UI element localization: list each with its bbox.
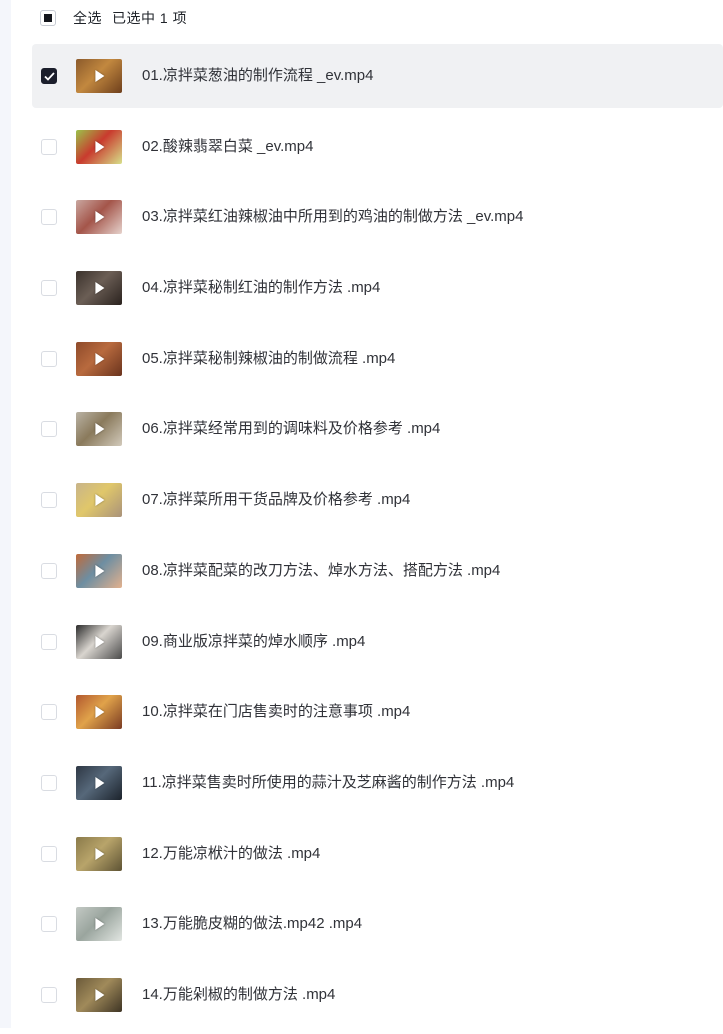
play-icon xyxy=(95,423,105,436)
play-icon xyxy=(95,918,105,931)
video-thumbnail[interactable] xyxy=(76,977,122,1012)
play-icon xyxy=(95,282,105,295)
file-name[interactable]: 03.凉拌菜红油辣椒油中所用到的鸡油的制做方法 _ev.mp4 xyxy=(142,207,523,227)
file-name[interactable]: 14.万能剁椒的制做方法 .mp4 xyxy=(142,985,335,1005)
file-row[interactable]: 05.凉拌菜秘制辣椒油的制做流程 .mp4 xyxy=(32,327,723,391)
selection-header: 全选 已选中 1 项 xyxy=(40,8,187,28)
file-row[interactable]: 08.凉拌菜配菜的改刀方法、焯水方法、搭配方法 .mp4 xyxy=(32,539,723,603)
video-thumbnail[interactable] xyxy=(76,200,122,235)
video-thumbnail[interactable] xyxy=(76,59,122,93)
file-row[interactable]: 13.万能脆皮糊的做法.mp42 .mp4 xyxy=(32,892,723,956)
play-icon xyxy=(95,494,105,507)
play-icon xyxy=(95,564,105,577)
file-checkbox[interactable] xyxy=(41,704,57,721)
file-checkbox[interactable] xyxy=(41,350,57,367)
file-checkbox[interactable] xyxy=(41,209,57,226)
file-row[interactable]: 09.商业版凉拌菜的焯水顺序 .mp4 xyxy=(32,610,723,674)
video-thumbnail[interactable] xyxy=(76,129,122,164)
video-thumbnail[interactable] xyxy=(76,483,122,518)
video-thumbnail[interactable] xyxy=(76,412,122,447)
play-icon xyxy=(95,211,105,224)
video-thumbnail[interactable] xyxy=(76,907,122,942)
play-icon xyxy=(95,70,105,82)
file-name[interactable]: 13.万能脆皮糊的做法.mp42 .mp4 xyxy=(142,914,362,934)
play-icon xyxy=(95,776,105,789)
file-row[interactable]: 04.凉拌菜秘制红油的制作方法 .mp4 xyxy=(32,256,723,320)
select-all-checkbox[interactable] xyxy=(40,10,56,26)
file-name[interactable]: 02.酸辣翡翠白菜 _ev.mp4 xyxy=(142,137,313,157)
play-icon xyxy=(95,706,105,719)
file-checkbox[interactable] xyxy=(41,845,57,862)
file-name[interactable]: 04.凉拌菜秘制红油的制作方法 .mp4 xyxy=(142,278,380,298)
file-name[interactable]: 12.万能凉栿汁的做法 .mp4 xyxy=(142,844,320,864)
file-row[interactable]: 10.凉拌菜在门店售卖时的注意事项 .mp4 xyxy=(32,680,723,744)
video-thumbnail[interactable] xyxy=(76,553,122,588)
video-thumbnail[interactable] xyxy=(76,271,122,306)
file-checkbox[interactable] xyxy=(41,633,57,650)
file-row[interactable]: 07.凉拌菜所用干货品牌及价格参考 .mp4 xyxy=(32,468,723,532)
side-strip xyxy=(0,0,11,1028)
file-checkbox[interactable] xyxy=(41,492,57,509)
select-all-label[interactable]: 全选 xyxy=(73,8,102,28)
play-icon xyxy=(95,352,105,365)
file-name[interactable]: 01.凉拌菜葱油的制作流程 _ev.mp4 xyxy=(142,66,373,86)
file-checkbox[interactable] xyxy=(41,916,57,933)
video-thumbnail[interactable] xyxy=(76,624,122,659)
file-row[interactable]: 01.凉拌菜葱油的制作流程 _ev.mp4 xyxy=(32,44,723,108)
file-checkbox[interactable] xyxy=(41,986,57,1003)
file-checkbox[interactable] xyxy=(41,138,57,155)
file-name[interactable]: 10.凉拌菜在门店售卖时的注意事项 .mp4 xyxy=(142,702,410,722)
file-checkbox[interactable] xyxy=(41,562,57,579)
file-row[interactable]: 14.万能剁椒的制做方法 .mp4 xyxy=(32,963,723,1027)
video-thumbnail[interactable] xyxy=(76,836,122,871)
file-row[interactable]: 06.凉拌菜经常用到的调味料及价格参考 .mp4 xyxy=(32,397,723,461)
file-checkbox[interactable] xyxy=(41,421,57,438)
video-thumbnail[interactable] xyxy=(76,341,122,376)
file-name[interactable]: 08.凉拌菜配菜的改刀方法、焯水方法、搭配方法 .mp4 xyxy=(142,561,500,581)
file-name[interactable]: 07.凉拌菜所用干货品牌及价格参考 .mp4 xyxy=(142,490,410,510)
file-checkbox[interactable] xyxy=(41,68,57,84)
file-name[interactable]: 05.凉拌菜秘制辣椒油的制做流程 .mp4 xyxy=(142,349,395,369)
file-row[interactable]: 11.凉拌菜售卖时所使用的蒜汁及芝麻酱的制作方法 .mp4 xyxy=(32,751,723,815)
video-thumbnail[interactable] xyxy=(76,695,122,730)
file-row[interactable]: 03.凉拌菜红油辣椒油中所用到的鸡油的制做方法 _ev.mp4 xyxy=(32,185,723,249)
play-icon xyxy=(95,140,105,153)
play-icon xyxy=(95,635,105,648)
video-thumbnail[interactable] xyxy=(76,765,122,800)
play-icon xyxy=(95,847,105,860)
file-checkbox[interactable] xyxy=(41,280,57,297)
file-row[interactable]: 02.酸辣翡翠白菜 _ev.mp4 xyxy=(32,115,723,179)
file-name[interactable]: 06.凉拌菜经常用到的调味料及价格参考 .mp4 xyxy=(142,419,440,439)
file-name[interactable]: 11.凉拌菜售卖时所使用的蒜汁及芝麻酱的制作方法 .mp4 xyxy=(142,773,514,793)
file-checkbox[interactable] xyxy=(41,774,57,791)
file-row[interactable]: 12.万能凉栿汁的做法 .mp4 xyxy=(32,822,723,886)
file-list: 01.凉拌菜葱油的制作流程 _ev.mp4 02.酸辣翡翠白菜 _ev.mp4 03… xyxy=(32,44,723,1034)
file-name[interactable]: 09.商业版凉拌菜的焯水顺序 .mp4 xyxy=(142,632,365,652)
play-icon xyxy=(95,988,105,1001)
selected-count-text: 已选中 1 项 xyxy=(112,10,188,26)
